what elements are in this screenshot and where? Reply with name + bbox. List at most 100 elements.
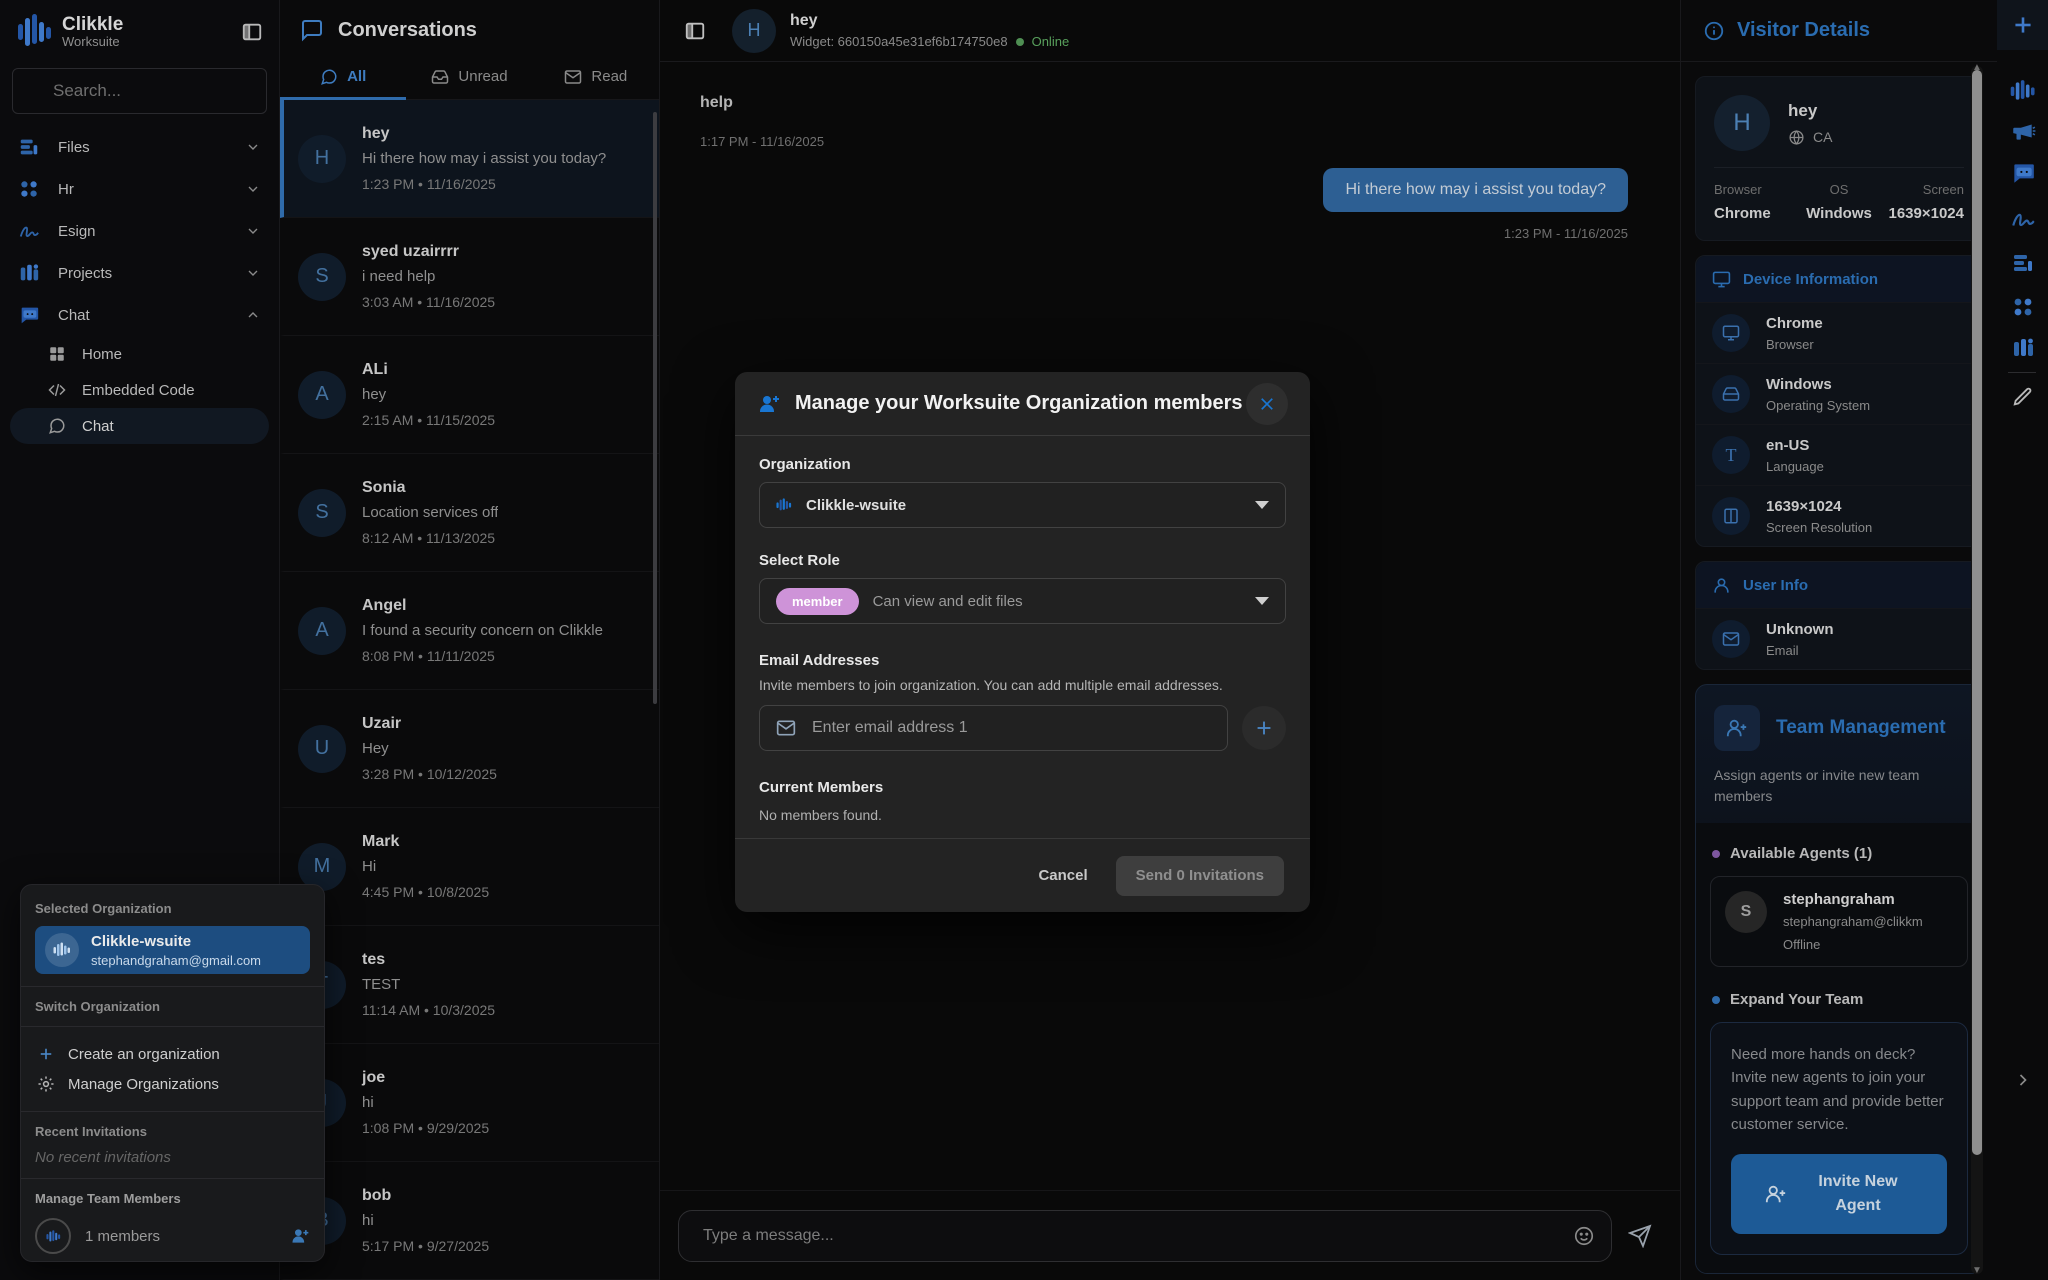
close-icon[interactable]: [1246, 383, 1288, 425]
pencil-icon[interactable]: [2012, 386, 2034, 408]
role-label: Select Role: [759, 552, 1286, 569]
section-title: Device Information: [1743, 271, 1878, 288]
scroll-down-arrow[interactable]: ▼: [1971, 1265, 1983, 1276]
chat-bot-icon[interactable]: [2010, 160, 2036, 186]
avatar: H: [732, 9, 776, 53]
conversation-item[interactable]: U Uzair Hey 3:28 PM • 10/12/2025: [280, 690, 659, 808]
sidebar-collapse-icon[interactable]: [241, 21, 263, 43]
manage-members-modal: Manage your Worksuite Organization membe…: [735, 372, 1310, 912]
conversation-item[interactable]: J joe hi 1:08 PM • 9/29/2025: [280, 1044, 659, 1162]
chat-circle-icon: [320, 68, 338, 86]
chevron-down-icon: [245, 139, 261, 155]
sidebar-item-chat[interactable]: Chat: [0, 294, 279, 336]
avatar: S: [298, 253, 346, 301]
bullet-dot: [1712, 996, 1720, 1004]
tab-unread[interactable]: Unread: [406, 54, 532, 99]
tab-read[interactable]: Read: [533, 54, 659, 99]
conversation-item[interactable]: M Mark Hi 4:45 PM • 10/8/2025: [280, 808, 659, 926]
conversation-preview: TEST: [362, 976, 495, 993]
device-value: Windows: [1766, 376, 1870, 393]
conversation-time: 1:23 PM • 11/16/2025: [362, 176, 606, 192]
add-email-button[interactable]: [1242, 706, 1286, 750]
conversation-item[interactable]: S Sonia Location services off 8:12 AM • …: [280, 454, 659, 572]
sidebar-item-hr[interactable]: Hr: [0, 168, 279, 210]
scrollbar-thumb[interactable]: [1972, 70, 1982, 1155]
conversations-icon: [300, 18, 324, 42]
conversation-item[interactable]: T tes TEST 11:14 AM • 10/3/2025: [280, 926, 659, 1044]
recent-invitations-empty: No recent invitations: [35, 1149, 310, 1166]
conversation-name: Sonia: [362, 479, 498, 497]
caret-down-icon: [1255, 597, 1269, 605]
conversation-name: syed uzairrrr: [362, 243, 495, 261]
chevron-right-icon[interactable]: [2013, 1070, 2033, 1090]
sidebar-item-chat-sub[interactable]: Chat: [10, 408, 269, 444]
sidebar-nav: Files Hr Esign Projects Chat Home: [0, 126, 279, 444]
device-label: Operating System: [1766, 398, 1870, 413]
person-add-icon[interactable]: [290, 1226, 310, 1246]
projects-icon[interactable]: [2011, 336, 2035, 360]
search-input[interactable]: [53, 81, 274, 101]
cancel-button[interactable]: Cancel: [1038, 867, 1087, 884]
chevron-up-icon: [245, 307, 261, 323]
harddrive-icon: [1712, 375, 1750, 413]
esign-signature-icon[interactable]: [2010, 206, 2036, 232]
sidebar-item-label: Esign: [58, 223, 96, 240]
message-input-box[interactable]: [678, 1210, 1612, 1262]
role-description: Can view and edit files: [873, 593, 1023, 610]
agent-card[interactable]: S stephangraham stephangraham@clikkm Off…: [1710, 876, 1968, 967]
megaphone-icon[interactable]: [2010, 118, 2036, 144]
hr-icon[interactable]: [2011, 295, 2035, 319]
emoji-icon[interactable]: [1573, 1225, 1595, 1247]
conversation-item[interactable]: A Angel I found a security concern on Cl…: [280, 572, 659, 690]
send-invitations-button[interactable]: Send 0 Invitations: [1116, 856, 1284, 896]
sidebar-item-label: Chat: [58, 307, 90, 324]
incoming-message: help: [700, 94, 1640, 112]
sidebar-search[interactable]: [12, 68, 267, 114]
manage-organizations-item[interactable]: Manage Organizations: [35, 1069, 310, 1099]
create-organization-item[interactable]: Create an organization: [35, 1039, 310, 1069]
monitor-icon: [1712, 270, 1731, 289]
team-management-card: Team Management Assign agents or invite …: [1695, 684, 1983, 1274]
files-icon[interactable]: [2011, 251, 2035, 275]
conversation-time: 8:12 AM • 11/13/2025: [362, 530, 498, 546]
organization-select[interactable]: Clikkle-wsuite: [759, 482, 1286, 528]
sidebar-item-embedded-code[interactable]: Embedded Code: [0, 372, 279, 408]
conversation-preview: Location services off: [362, 504, 498, 521]
panel-scrollbar[interactable]: ▲ ▼: [1971, 66, 1983, 1274]
panel-toggle-icon[interactable]: [684, 20, 706, 42]
selected-organization-item[interactable]: Clikkle-wsuite stephandgraham@gmail.com: [35, 926, 310, 974]
avatar: S: [1725, 891, 1767, 933]
incoming-message-time: 1:17 PM - 11/16/2025: [700, 134, 1640, 149]
sidebar-chat-subnav: Home Embedded Code Chat: [0, 336, 279, 444]
sidebar-item-files[interactable]: Files: [0, 126, 279, 168]
sidebar-item-label: Files: [58, 139, 90, 156]
chevron-down-icon: [245, 223, 261, 239]
plus-icon: [1253, 717, 1275, 739]
conversation-item[interactable]: B bob hi 5:17 PM • 9/27/2025: [280, 1162, 659, 1280]
conversations-scrollbar[interactable]: [653, 112, 657, 704]
tab-all[interactable]: All: [280, 54, 406, 99]
stat-label: Browser: [1714, 182, 1797, 197]
role-select[interactable]: member Can view and edit files: [759, 578, 1286, 624]
device-value: Chrome: [1766, 315, 1823, 332]
sidebar-item-home[interactable]: Home: [0, 336, 279, 372]
email-input-box[interactable]: [759, 705, 1228, 751]
sidebar-item-projects[interactable]: Projects: [0, 252, 279, 294]
conversation-item[interactable]: S syed uzairrrr i need help 3:03 AM • 11…: [280, 218, 659, 336]
invite-new-agent-button[interactable]: Invite New Agent: [1731, 1154, 1947, 1234]
caret-down-icon: [1255, 501, 1269, 509]
conversation-name: joe: [362, 1069, 489, 1087]
conversation-item[interactable]: A ALi hey 2:15 AM • 11/15/2025: [280, 336, 659, 454]
stat-value: Windows: [1797, 205, 1880, 222]
chevron-down-icon: [245, 265, 261, 281]
sidebar-item-esign[interactable]: Esign: [0, 210, 279, 252]
email-field[interactable]: [812, 719, 1211, 737]
clikkle-waveform-icon[interactable]: [2010, 78, 2036, 104]
conversation-item[interactable]: H hey Hi there how may i assist you toda…: [280, 100, 659, 218]
message-input[interactable]: [703, 1227, 1573, 1245]
panel-title: Visitor Details: [1737, 19, 1870, 42]
organization-avatar: [35, 1218, 71, 1254]
clikkle-logo-icon: [18, 14, 52, 50]
add-button[interactable]: [1997, 0, 2048, 50]
send-icon[interactable]: [1628, 1224, 1652, 1248]
